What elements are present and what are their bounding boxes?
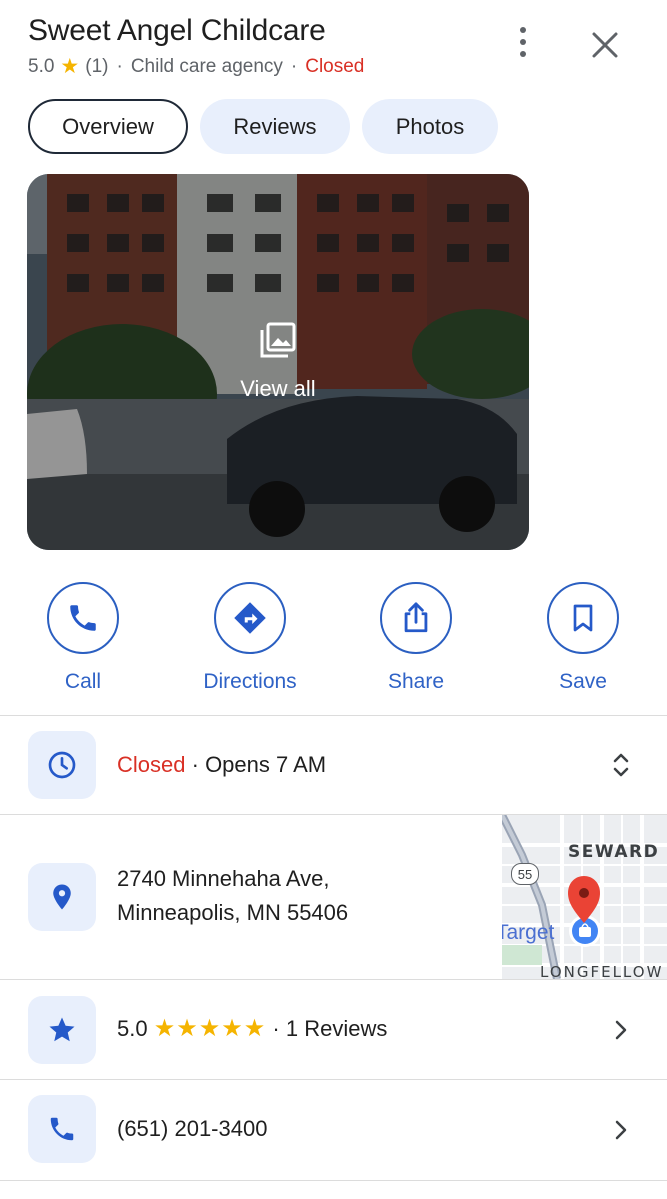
tab-photos[interactable]: Photos [362, 99, 498, 154]
reviews-rating: 5.0 [117, 1016, 148, 1041]
hours-next-open: Opens 7 AM [205, 752, 327, 777]
map-label-seward: SEWARD [568, 842, 660, 862]
call-label: Call [64, 670, 102, 693]
hours-icon-tile [28, 731, 96, 799]
map-graphic [502, 815, 667, 979]
star-icon [49, 1017, 75, 1042]
directions-button[interactable]: Directions [180, 582, 320, 694]
place-photo[interactable]: View all [27, 174, 529, 550]
reviews-icon-tile [28, 996, 96, 1064]
directions-label: Directions [203, 670, 297, 693]
phone-icon [50, 1117, 74, 1141]
divider [0, 1180, 667, 1181]
view-all-label: View all [240, 376, 316, 401]
address-text: 2740 Minnehaha Ave, Minneapolis, MN 5540… [117, 862, 348, 930]
map-label-target: Target [502, 921, 555, 944]
place-title: Sweet Angel Childcare [28, 14, 326, 47]
review-count[interactable]: (1) [85, 56, 108, 78]
save-button[interactable]: Save [513, 582, 653, 694]
reviews-row[interactable]: 5.0 ★★★★★ · 1 Reviews [0, 980, 667, 1079]
share-label: Share [387, 670, 445, 693]
hours-status: Closed [117, 752, 186, 777]
map-thumbnail[interactable]: SEWARD 55 Target LONGFELLOW [502, 815, 667, 979]
close-icon [592, 32, 618, 58]
photo-library-icon [260, 322, 296, 358]
map-route-shield: 55 [511, 863, 539, 885]
chevron-right-icon [615, 1120, 627, 1140]
share-button[interactable]: Share [346, 582, 486, 694]
close-button[interactable] [586, 26, 624, 64]
view-all-photos-button[interactable]: View all [27, 320, 529, 402]
separator: · [191, 752, 199, 777]
save-label: Save [559, 670, 607, 693]
tab-bar: Overview Reviews Photos [28, 99, 498, 154]
separator: · [116, 55, 123, 77]
tab-overview[interactable]: Overview [28, 99, 188, 154]
separator: · [290, 55, 298, 77]
open-status: Closed [305, 55, 365, 77]
reviews-stars: ★★★★★ [153, 1015, 267, 1042]
rating-value: 5.0 [28, 55, 55, 77]
more-options-button[interactable] [506, 20, 540, 64]
clock-icon [48, 751, 76, 779]
chevron-right-icon [615, 1020, 627, 1040]
address-icon-tile [28, 863, 96, 931]
hours-row[interactable]: Closed · Opens 7 AM [0, 716, 667, 814]
call-button[interactable]: Call [13, 582, 153, 694]
separator: · [272, 1016, 280, 1041]
rating-star-icon: ★ [60, 55, 80, 78]
hours-summary: Closed · Opens 7 AM [117, 748, 326, 782]
more-vert-icon-dot [520, 39, 526, 45]
directions-icon [234, 602, 266, 634]
phone-icon-tile [28, 1095, 96, 1163]
more-vert-icon-dot [520, 27, 526, 33]
bookmark-icon [573, 604, 593, 632]
map-label-longfellow: LONGFELLOW [540, 963, 664, 979]
phone-number: (651) 201-3400 [117, 1116, 268, 1141]
place-category: Child care agency [130, 55, 283, 77]
directions-button-circle[interactable] [214, 582, 286, 654]
unfold-icon[interactable] [606, 750, 636, 780]
place-header: Sweet Angel Childcare 5.0 ★ (1) · Child … [28, 14, 648, 84]
share-button-circle[interactable] [380, 582, 452, 654]
quick-actions: Call Directions Share Save [0, 582, 667, 694]
tab-reviews[interactable]: Reviews [200, 99, 350, 154]
save-button-circle[interactable] [547, 582, 619, 654]
phone-row[interactable]: (651) 201-3400 [0, 1080, 667, 1180]
reviews-summary: 5.0 ★★★★★ · 1 Reviews [117, 1012, 387, 1046]
phone-icon [70, 605, 96, 631]
call-button-circle[interactable] [47, 582, 119, 654]
more-vert-icon-dot [520, 51, 526, 57]
address-line-2: Minneapolis, MN 55406 [117, 900, 349, 925]
address-line-1: 2740 Minnehaha Ave, [117, 866, 330, 891]
reviews-count: 1 Reviews [285, 1016, 388, 1041]
location-pin-icon [53, 884, 71, 910]
place-summary: 5.0 ★ (1) · Child care agency · Closed [28, 54, 648, 79]
share-icon [404, 602, 428, 633]
